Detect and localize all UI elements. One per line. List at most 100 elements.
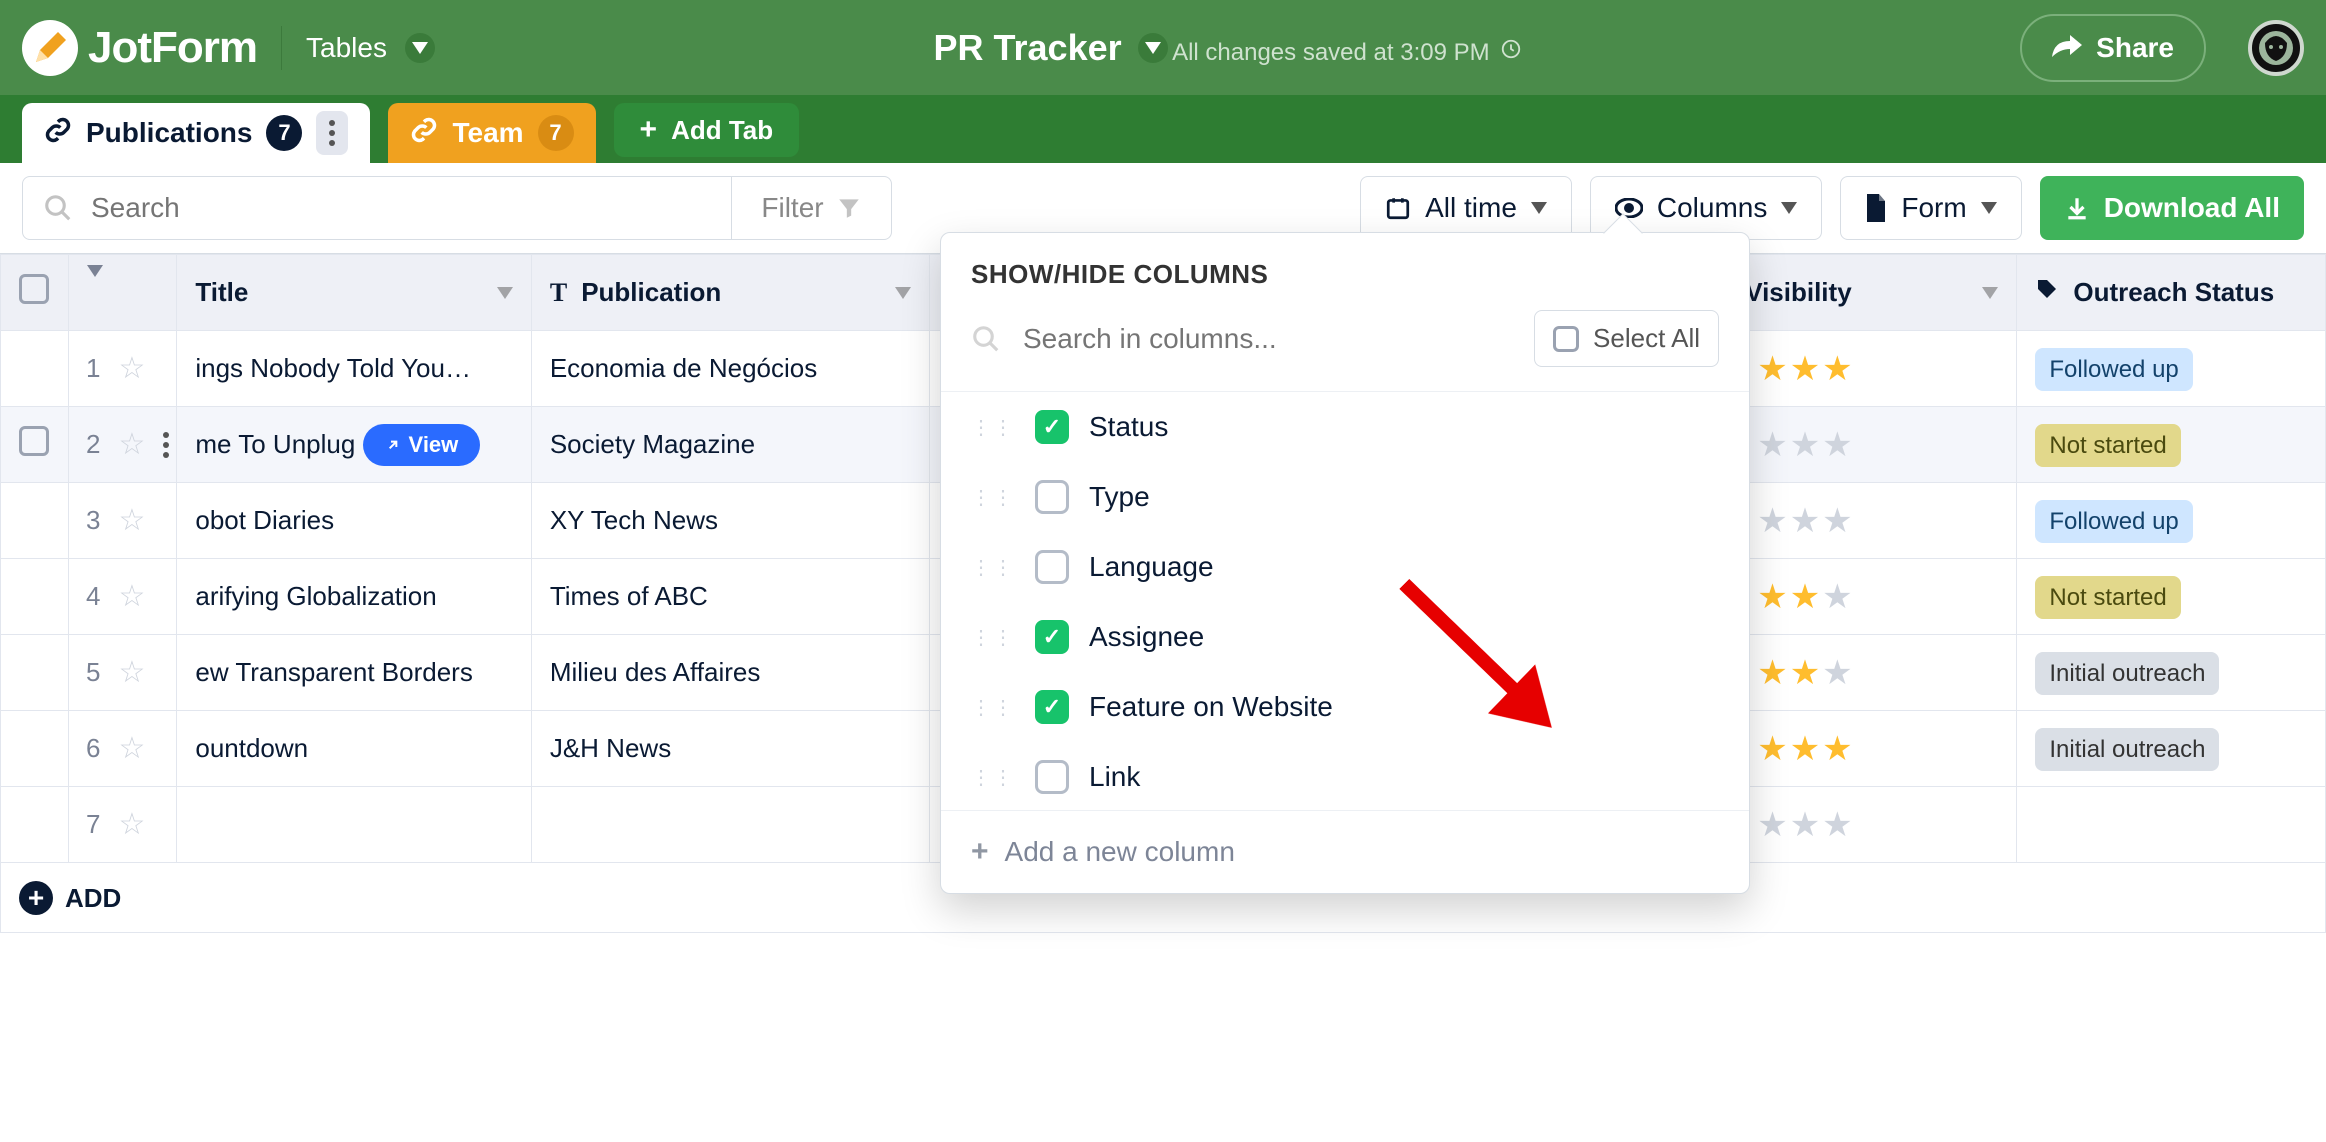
status-tag: Not started bbox=[2035, 576, 2180, 619]
outreach-cell[interactable]: Followed up bbox=[2017, 331, 2326, 407]
outreach-cell[interactable]: Followed up bbox=[2017, 483, 2326, 559]
checkbox[interactable]: ✓ bbox=[1035, 620, 1069, 654]
product-switcher[interactable]: Tables bbox=[306, 32, 435, 64]
search-input[interactable] bbox=[89, 191, 711, 225]
header-visibility[interactable]: Visibility bbox=[1739, 255, 2017, 331]
star-icon[interactable]: ☆ bbox=[118, 351, 145, 386]
star-icon[interactable]: ☆ bbox=[118, 579, 145, 614]
star-rating[interactable]: ★★★ bbox=[1757, 805, 1998, 845]
header-center: PR Tracker All changes saved at 3:09 PM bbox=[459, 27, 1996, 69]
header-expand[interactable] bbox=[68, 255, 176, 331]
checkbox[interactable] bbox=[1035, 760, 1069, 794]
title-menu-icon[interactable] bbox=[1138, 33, 1168, 63]
title-cell[interactable]: ings Nobody Told You… bbox=[177, 331, 531, 407]
star-rating[interactable]: ★★★ bbox=[1757, 577, 1998, 617]
select-all-button[interactable]: Select All bbox=[1534, 310, 1719, 367]
visibility-cell[interactable]: ★★★ bbox=[1739, 483, 2017, 559]
title-cell[interactable]: ew Transparent Borders bbox=[177, 635, 531, 711]
filter-icon bbox=[836, 195, 862, 221]
publication-cell[interactable]: J&H News bbox=[531, 711, 930, 787]
filter-button[interactable]: Filter bbox=[731, 177, 891, 239]
tab-more-icon[interactable] bbox=[316, 111, 348, 155]
title-cell[interactable]: obot Diaries bbox=[177, 483, 531, 559]
drag-handle-icon[interactable]: ⋮⋮ bbox=[971, 695, 1015, 720]
publication-cell[interactable]: XY Tech News bbox=[531, 483, 930, 559]
star-icon[interactable]: ☆ bbox=[118, 503, 145, 538]
visibility-cell[interactable]: ★★★ bbox=[1739, 635, 2017, 711]
title-cell[interactable]: me To Unplug View bbox=[177, 407, 531, 483]
checkbox[interactable] bbox=[1035, 480, 1069, 514]
checkbox[interactable] bbox=[1035, 550, 1069, 584]
drag-handle-icon[interactable]: ⋮⋮ bbox=[971, 415, 1015, 440]
visibility-cell[interactable]: ★★★ bbox=[1739, 711, 2017, 787]
star-rating[interactable]: ★★★ bbox=[1757, 729, 1998, 769]
tab-publications[interactable]: Publications 7 bbox=[22, 103, 370, 163]
row-checkbox[interactable] bbox=[1, 559, 69, 635]
header-checkbox[interactable] bbox=[1, 255, 69, 331]
star-icon[interactable]: ☆ bbox=[118, 655, 145, 690]
column-name: Feature on Website bbox=[1089, 691, 1333, 723]
title-cell[interactable]: ountdown bbox=[177, 711, 531, 787]
share-button[interactable]: Share bbox=[2020, 14, 2206, 82]
visibility-cell[interactable]: ★★★ bbox=[1739, 407, 2017, 483]
drag-handle-icon[interactable]: ⋮⋮ bbox=[971, 555, 1015, 580]
column-toggle-row[interactable]: ⋮⋮ ✓ Status bbox=[941, 392, 1749, 462]
visibility-cell[interactable]: ★★★ bbox=[1739, 559, 2017, 635]
row-checkbox[interactable] bbox=[1, 483, 69, 559]
star-icon[interactable]: ☆ bbox=[118, 427, 145, 462]
row-checkbox[interactable] bbox=[1, 711, 69, 787]
publication-cell[interactable]: Economia de Negócios bbox=[531, 331, 930, 407]
add-column-button[interactable]: + Add a new column bbox=[941, 811, 1749, 893]
outreach-cell[interactable]: Initial outreach bbox=[2017, 711, 2326, 787]
title-cell[interactable] bbox=[177, 787, 531, 863]
publication-cell[interactable] bbox=[531, 787, 930, 863]
time-filter-dropdown[interactable]: All time bbox=[1360, 176, 1572, 240]
chevron-down-icon bbox=[1781, 202, 1797, 214]
outreach-cell[interactable]: Not started bbox=[2017, 407, 2326, 483]
star-rating[interactable]: ★★★ bbox=[1757, 425, 1998, 465]
row-checkbox[interactable] bbox=[1, 331, 69, 407]
outreach-cell[interactable] bbox=[2017, 787, 2326, 863]
publication-cell[interactable]: Times of ABC bbox=[531, 559, 930, 635]
header-outreach[interactable]: Outreach Status bbox=[2017, 255, 2326, 331]
publication-cell[interactable]: Milieu des Affaires bbox=[531, 635, 930, 711]
star-rating[interactable]: ★★★ bbox=[1757, 653, 1998, 693]
header-title[interactable]: Title bbox=[177, 255, 531, 331]
checkbox[interactable]: ✓ bbox=[1035, 690, 1069, 724]
title-cell[interactable]: arifying Globalization bbox=[177, 559, 531, 635]
drag-handle-icon[interactable]: ⋮⋮ bbox=[971, 765, 1015, 790]
add-tab-button[interactable]: + Add Tab bbox=[614, 103, 800, 157]
download-all-button[interactable]: Download All bbox=[2040, 176, 2304, 240]
popover-search[interactable] bbox=[971, 322, 1518, 356]
header-publication[interactable]: TPublication bbox=[531, 255, 930, 331]
avatar[interactable] bbox=[2248, 20, 2304, 76]
outreach-cell[interactable]: Initial outreach bbox=[2017, 635, 2326, 711]
outreach-cell[interactable]: Not started bbox=[2017, 559, 2326, 635]
column-toggle-row[interactable]: ⋮⋮ ✓ Assignee bbox=[941, 602, 1749, 672]
row-number: 4☆ bbox=[70, 579, 175, 614]
page-title[interactable]: PR Tracker bbox=[934, 27, 1122, 69]
popover-search-input[interactable] bbox=[1021, 322, 1518, 356]
row-checkbox[interactable] bbox=[1, 407, 69, 483]
drag-handle-icon[interactable]: ⋮⋮ bbox=[971, 485, 1015, 510]
column-toggle-row[interactable]: ⋮⋮ Language bbox=[941, 532, 1749, 602]
column-toggle-row[interactable]: ⋮⋮ Type bbox=[941, 462, 1749, 532]
view-button[interactable]: View bbox=[363, 424, 481, 466]
column-toggle-row[interactable]: ⋮⋮ Link bbox=[941, 742, 1749, 811]
publication-cell[interactable]: Society Magazine bbox=[531, 407, 930, 483]
visibility-cell[interactable]: ★★★ bbox=[1739, 331, 2017, 407]
form-dropdown[interactable]: Form bbox=[1840, 176, 2021, 240]
visibility-cell[interactable]: ★★★ bbox=[1739, 787, 2017, 863]
column-toggle-row[interactable]: ⋮⋮ ✓ Feature on Website bbox=[941, 672, 1749, 742]
search-box[interactable] bbox=[23, 177, 731, 239]
star-icon[interactable]: ☆ bbox=[118, 731, 145, 766]
drag-handle-icon[interactable]: ⋮⋮ bbox=[971, 625, 1015, 650]
star-icon[interactable]: ☆ bbox=[118, 807, 145, 842]
star-rating[interactable]: ★★★ bbox=[1757, 349, 1998, 389]
star-rating[interactable]: ★★★ bbox=[1757, 501, 1998, 541]
column-name: Type bbox=[1089, 481, 1150, 513]
row-checkbox[interactable] bbox=[1, 635, 69, 711]
row-checkbox[interactable] bbox=[1, 787, 69, 863]
tab-team[interactable]: Team 7 bbox=[388, 103, 595, 163]
checkbox[interactable]: ✓ bbox=[1035, 410, 1069, 444]
